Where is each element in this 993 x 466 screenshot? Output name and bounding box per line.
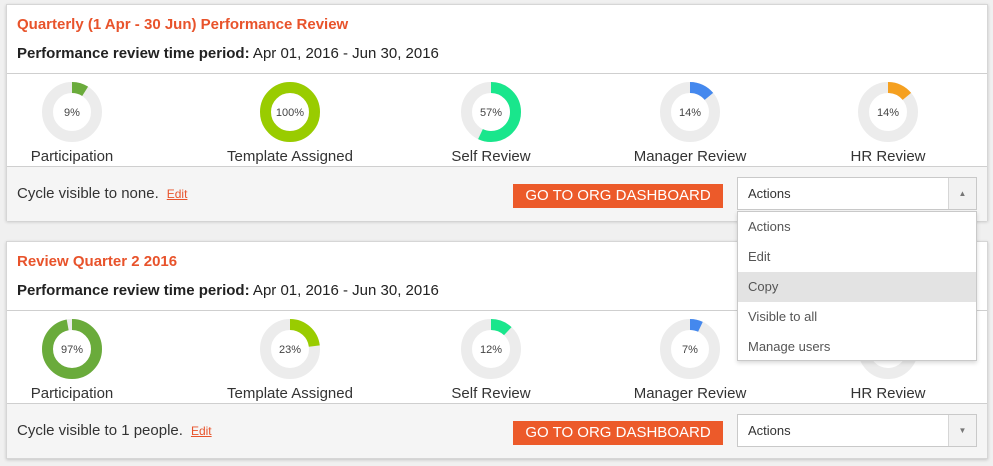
metric-template-assigned: 23% Template Assigned [210,317,370,403]
visibility-text: Cycle visible to none. [17,185,159,202]
metric-label: Participation [30,385,114,402]
visibility-status: Cycle visible to none. Edit [17,167,187,221]
go-to-org-dashboard-button[interactable]: GO TO ORG DASHBOARD [513,421,723,445]
self-review-donut: 12% [461,319,521,379]
metrics-row: 9% Participation 100% Template Assigned … [7,74,987,167]
metric-template-assigned: 100% Template Assigned [210,80,370,166]
donut-value: 97% [61,344,83,356]
manager-review-donut: 14% [660,82,720,142]
menu-item-visible-to-all[interactable]: Visible to all [738,302,976,332]
donut-value: 12% [480,344,502,356]
hr-review-donut: 14% [858,82,918,142]
metric-hr-review: 14% HR Review [808,80,968,166]
period-value: Apr 01, 2016 - Jun 30, 2016 [249,45,439,62]
template-assigned-donut: 23% [260,319,320,379]
metric-label: Participation [30,148,114,165]
actions-select[interactable]: Actions ▲ [737,177,977,210]
go-to-org-dashboard-button[interactable]: GO TO ORG DASHBOARD [513,184,723,208]
period-label: Performance review time period: [17,45,250,62]
menu-item-copy[interactable]: Copy [738,272,976,302]
review-period: Performance review time period: Apr 01, … [17,44,977,64]
donut-value: 57% [480,107,502,119]
chevron-up-icon[interactable]: ▲ [948,178,976,209]
edit-visibility-link[interactable]: Edit [191,424,212,438]
menu-item-actions[interactable]: Actions [738,212,976,242]
menu-item-manage-users[interactable]: Manage users [738,332,976,362]
donut-value: 100% [276,107,304,119]
actions-dropdown-menu: Actions Edit Copy Visible to all Manage … [737,211,977,361]
metric-label: Template Assigned [227,148,353,165]
donut-value: 9% [64,107,80,119]
donut-value: 14% [679,107,701,119]
period-label: Performance review time period: [17,282,250,299]
chevron-down-icon[interactable]: ▼ [948,415,976,446]
manager-review-donut: 7% [660,319,720,379]
metric-self-review: 57% Self Review [411,80,571,166]
metric-label: HR Review [850,385,926,402]
visibility-text: Cycle visible to 1 people. [17,422,183,439]
donut-value: 23% [279,344,301,356]
metric-label: Self Review [451,385,531,402]
metric-manager-review: 14% Manager Review [610,80,770,166]
metric-self-review: 12% Self Review [411,317,571,403]
donut-value: 7% [682,344,698,356]
metric-participation: 9% Participation [0,80,152,166]
template-assigned-donut: 100% [260,82,320,142]
actions-select-value: Actions [748,186,791,201]
metric-label: Self Review [451,148,531,165]
metric-label: HR Review [850,148,926,165]
participation-donut: 97% [42,319,102,379]
metric-label: Manager Review [633,385,747,402]
review-header: Quarterly (1 Apr - 30 Jun) Performance R… [7,5,987,74]
self-review-donut: 57% [461,82,521,142]
actions-select-value: Actions [748,423,791,438]
metric-participation: 97% Participation [0,317,152,403]
actions-select[interactable]: Actions ▼ [737,414,977,447]
donut-value: 14% [877,107,899,119]
period-value: Apr 01, 2016 - Jun 30, 2016 [249,282,439,299]
edit-visibility-link[interactable]: Edit [167,187,188,201]
participation-donut: 9% [42,82,102,142]
menu-item-edit[interactable]: Edit [738,242,976,272]
review-card: Quarterly (1 Apr - 30 Jun) Performance R… [6,4,988,221]
visibility-status: Cycle visible to 1 people. Edit [17,404,212,458]
metric-label: Manager Review [633,148,747,165]
review-footer: Cycle visible to 1 people. Edit GO TO ORG… [7,404,987,458]
review-title[interactable]: Quarterly (1 Apr - 30 Jun) Performance R… [17,15,977,35]
metric-label: Template Assigned [227,385,353,402]
